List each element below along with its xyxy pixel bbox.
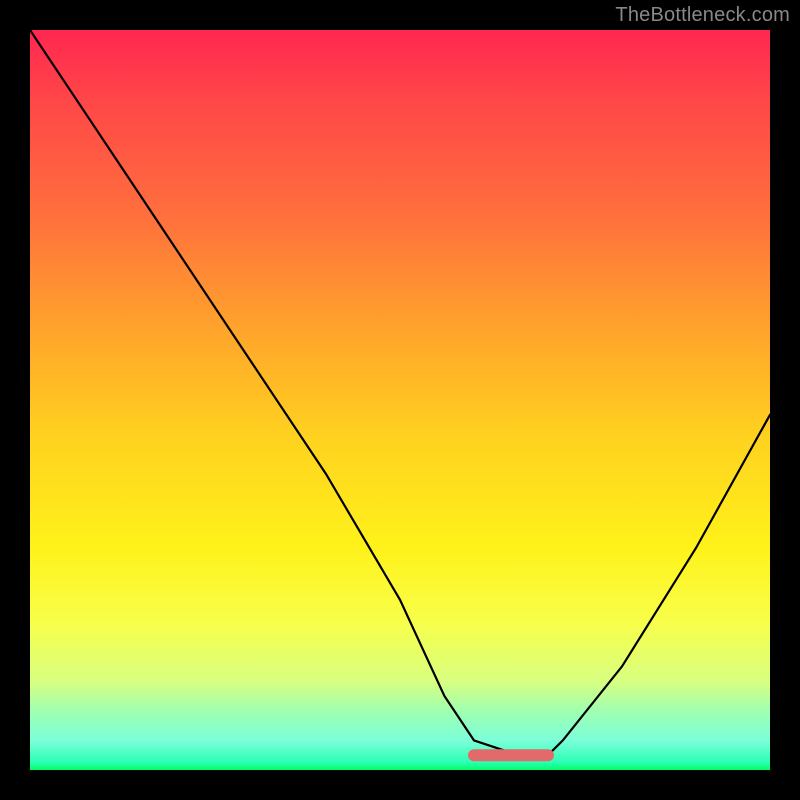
chart-plot-area — [30, 30, 770, 770]
watermark-text: TheBottleneck.com — [615, 4, 790, 27]
chart-svg — [30, 30, 770, 770]
chart-curve-line — [30, 30, 770, 755]
